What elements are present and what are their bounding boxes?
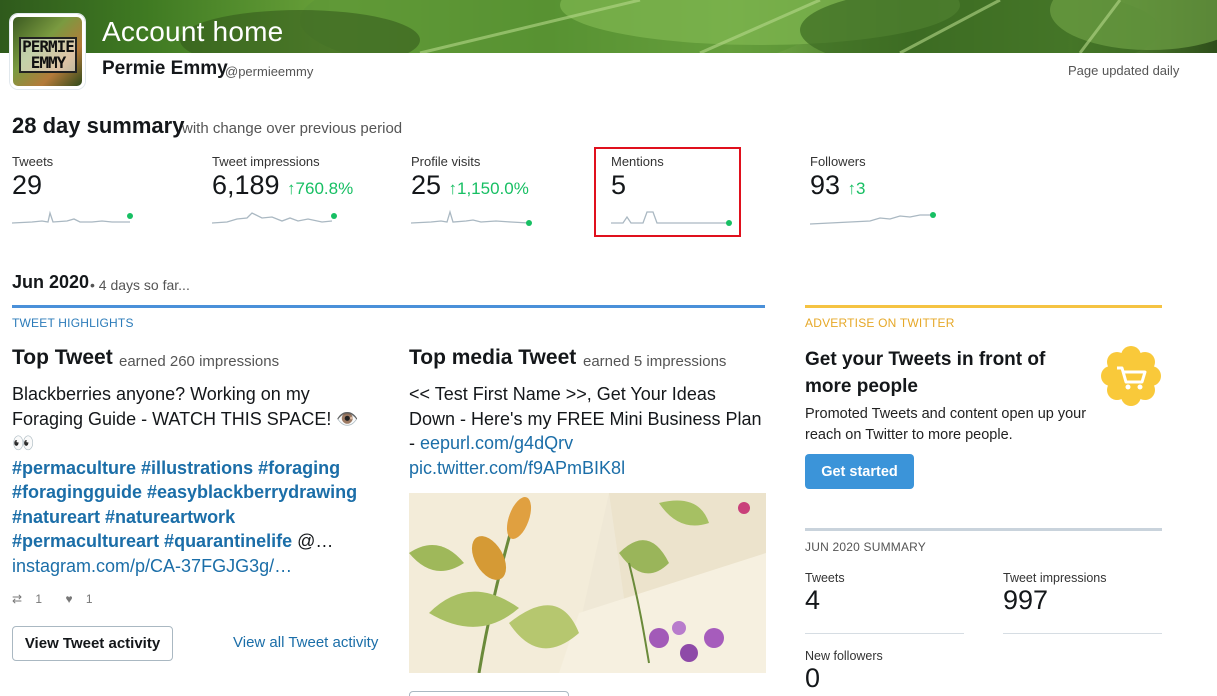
month-subtitle: • 4 days so far... [90, 277, 190, 293]
top-media-tweet-title: Top media Tweet [409, 346, 577, 369]
up-arrow-icon: ↑ [287, 179, 296, 198]
header-banner: Account home [0, 0, 1217, 53]
summary-subtitle: with change over previous period [182, 120, 403, 137]
tweet-engagement: ⇄ 1 ♥ 1 [12, 592, 113, 606]
hashtags-line[interactable]: #permaculture #illustrations #foraging [12, 456, 372, 481]
media-tweet-line: - [409, 433, 420, 453]
get-started-button[interactable]: Get started [805, 454, 914, 489]
advertise-divider [805, 305, 1162, 308]
stat-label: Profile visits [411, 154, 481, 169]
top-tweet-text: Blackberries anyone? Working on my Forag… [12, 384, 359, 453]
tweet-highlights-label: TWEET HIGHLIGHTS [12, 316, 134, 330]
up-arrow-icon: ↑ [448, 179, 458, 198]
stat-value: 6,189 [212, 170, 280, 200]
retweet-count: ⇄ 1 [12, 592, 43, 606]
stat-label: Followers [810, 154, 866, 169]
instagram-link[interactable]: instagram.com/p/CA-37FGJG3g/… [12, 554, 372, 579]
stat-followers: Followers 93 ↑3 [810, 154, 980, 234]
retweet-icon: ⇄ [12, 592, 23, 606]
mention-truncated: @… [292, 531, 334, 551]
month-tweets-value: 4 [805, 585, 821, 615]
advertise-label: ADVERTISE ON TWITTER [805, 316, 955, 330]
hashtags-line[interactable]: #natureart #natureartwork [12, 505, 372, 530]
top-tweet-title: Top Tweet [12, 346, 113, 369]
view-tweet-activity-button[interactable]: View Tweet activity [12, 626, 173, 661]
summary-title: 28 day summary [12, 113, 185, 138]
media-tweet-line: Down - Here's my FREE Mini Business Plan [409, 408, 762, 429]
sparkline-followers [810, 212, 936, 225]
stat-value: 29 [12, 170, 43, 200]
month-summary-divider [805, 528, 1162, 531]
top-media-tweet-body[interactable]: << Test First Name >>, Get Your Ideas Do… [409, 382, 769, 480]
month-impressions-value: 997 [1003, 585, 1049, 615]
stat-divider [1003, 633, 1162, 634]
advertise-description: Promoted Tweets and content open up your… [805, 406, 1087, 443]
stat-profile-visits: Profile visits 25 ↑1,150.0% [411, 154, 581, 234]
month-summary-label: JUN 2020 SUMMARY [805, 540, 927, 554]
month-title: Jun 2020 [12, 272, 90, 292]
eepurl-link[interactable]: eepurl.com/g4dQrv [420, 433, 573, 453]
view-media-tweet-button[interactable] [409, 691, 569, 696]
hashtags-line[interactable]: #foragingguide #easyblackberrydrawing [12, 480, 372, 505]
media-tweet-image[interactable] [409, 493, 766, 673]
new-followers-value: 0 [805, 663, 821, 693]
up-arrow-icon: ↑ [847, 179, 857, 198]
sparkline-profile-visits [411, 209, 532, 226]
stat-value: 25 [411, 170, 442, 200]
heart-icon: ♥ [65, 592, 73, 606]
sparkline-impressions [212, 212, 337, 224]
stat-change: ↑1,150.0% [448, 179, 529, 198]
new-followers-label: New followers [805, 649, 883, 663]
view-all-tweet-activity-link[interactable]: View all Tweet activity [233, 634, 378, 651]
botanical-drawing-image [409, 493, 766, 673]
top-media-tweet-earned: earned 5 impressions [583, 353, 727, 370]
pic-twitter-link[interactable]: pic.twitter.com/f9APmBIK8l [409, 456, 769, 481]
hashtags-line[interactable]: #permacultureart #quarantinelife [12, 531, 292, 551]
stat-tweet-impressions: Tweet impressions 6,189 ↑760.8% [212, 154, 382, 234]
user-name[interactable]: Permie Emmy [102, 58, 228, 80]
sparkline-tweets [12, 210, 133, 224]
stat-divider [805, 633, 964, 634]
top-tweet-earned: earned 260 impressions [119, 353, 280, 370]
media-tweet-line: << Test First Name >>, Get Your Ideas [409, 384, 716, 404]
like-count: ♥ 1 [65, 592, 93, 606]
stat-change: ↑3 [847, 179, 866, 198]
top-tweet-body[interactable]: Blackberries anyone? Working on my Forag… [12, 382, 372, 578]
month-tweets-label: Tweets [805, 571, 845, 585]
highlights-divider [12, 305, 765, 308]
avatar[interactable]: PERMIE EMMY [10, 14, 85, 89]
stat-label: Tweet impressions [212, 154, 320, 169]
user-handle: @permieemmy [225, 64, 314, 79]
stat-value: 93 [810, 170, 841, 200]
shopping-cart-icon [1100, 346, 1162, 406]
page-title: Account home [102, 16, 284, 47]
stat-change: ↑760.8% [287, 179, 354, 198]
stat-label: Tweets [12, 154, 54, 169]
mentions-highlight-box [594, 147, 741, 237]
page-updated-note: Page updated daily [1068, 63, 1180, 78]
advertise-title: Get your Tweets in front of more people [805, 349, 1046, 397]
stat-tweets: Tweets 29 [12, 154, 182, 234]
month-impressions-label: Tweet impressions [1003, 571, 1107, 585]
avatar-logo-text: PERMIE EMMY [19, 37, 77, 73]
